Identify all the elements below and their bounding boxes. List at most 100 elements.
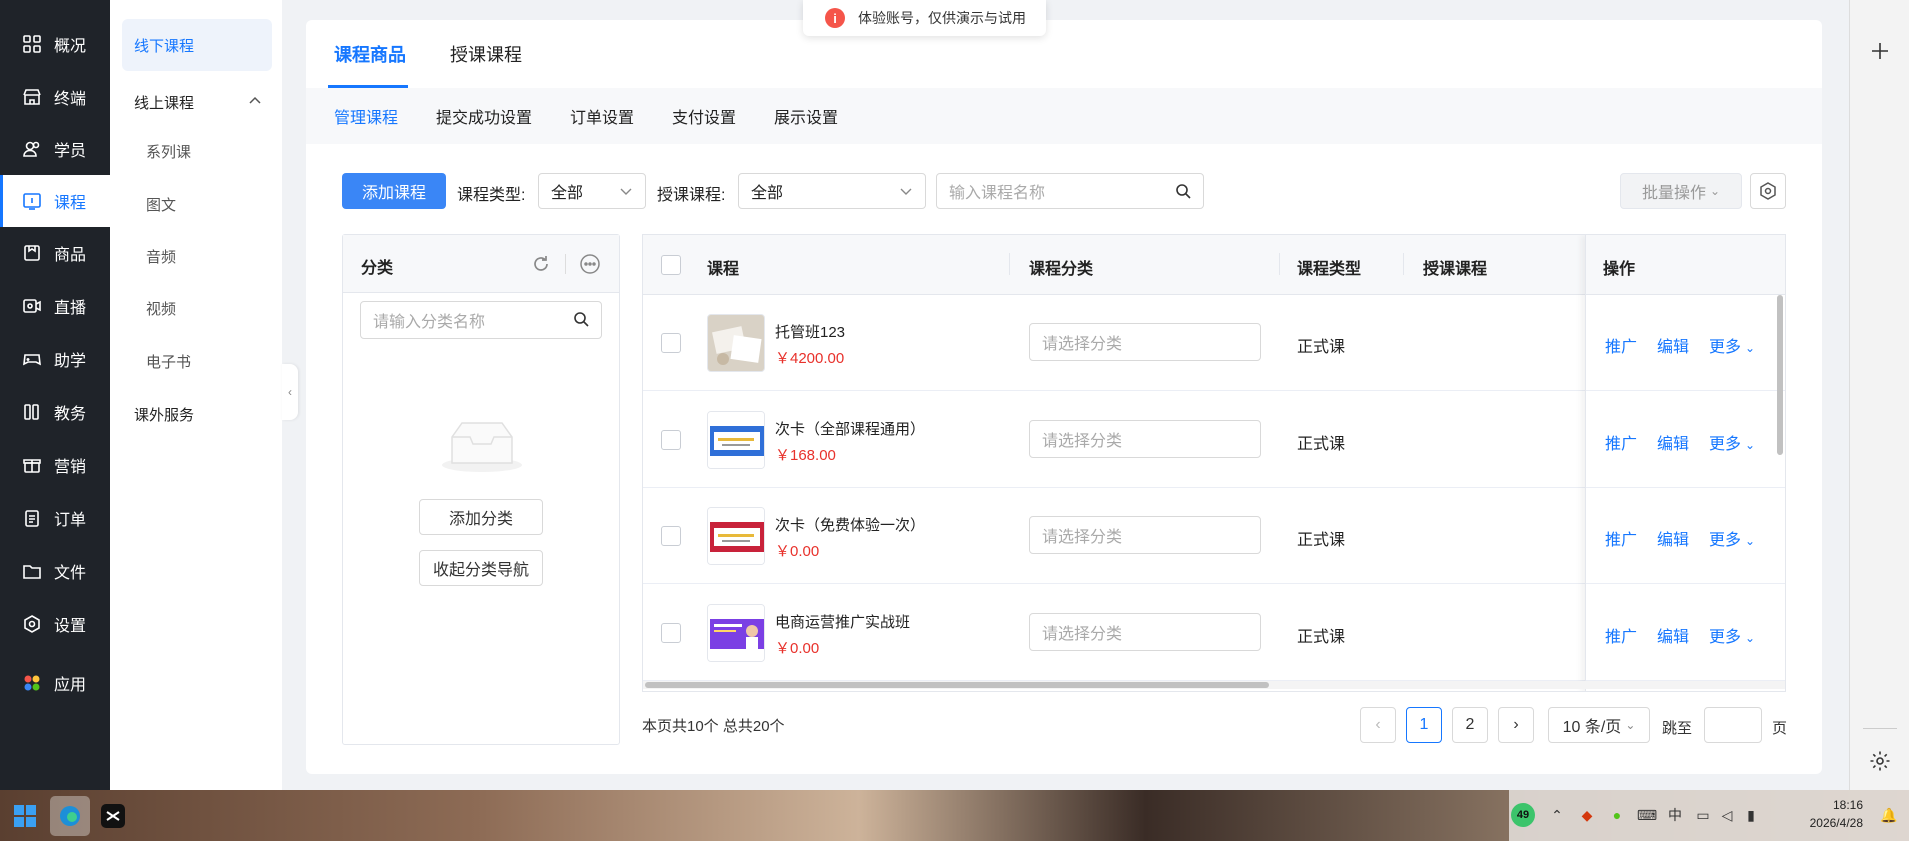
next-page-button[interactable]: › [1498,707,1534,743]
collapse-category-nav-button[interactable]: 收起分类导航 [419,550,543,586]
course-price: ￥168.00 [775,447,836,464]
teaching-course-select[interactable]: 全部 [738,173,926,209]
scrollbar-thumb[interactable] [1777,295,1783,455]
row-checkbox[interactable] [661,623,681,643]
nav-item-study-aid[interactable]: 助学 [0,333,110,385]
row-checkbox[interactable] [661,526,681,546]
nav-item-marketing[interactable]: 营销 [0,439,110,491]
battery-icon[interactable]: ▮ [1741,805,1761,825]
edit-link[interactable]: 编辑 [1657,430,1689,454]
course-thumbnail[interactable] [707,604,765,662]
subnav-item-article[interactable]: 图文 [122,178,272,230]
search-icon[interactable] [573,311,589,327]
category-select[interactable]: 请选择分类 [1029,420,1261,458]
promote-link[interactable]: 推广 [1605,526,1637,550]
more-link[interactable]: 更多 ⌄ [1709,430,1755,454]
tab-submit-success[interactable]: 提交成功设置 [436,88,532,144]
nav-item-settings[interactable]: 设置 [0,598,110,650]
course-search-input[interactable]: 输入课程名称 [936,173,1204,209]
promote-link[interactable]: 推广 [1605,430,1637,454]
category-select[interactable]: 请选择分类 [1029,516,1261,554]
nav-item-live[interactable]: 直播 [0,280,110,332]
add-category-button[interactable]: 添加分类 [419,499,543,535]
ime-indicator[interactable]: 中 [1665,805,1685,825]
subnav-item-series[interactable]: 系列课 [122,125,272,177]
subnav-item-online-courses[interactable]: 线上课程 [122,76,272,128]
more-link[interactable]: 更多 ⌄ [1709,623,1755,647]
tab-payment-settings[interactable]: 支付设置 [672,88,736,144]
select-all-checkbox[interactable] [661,255,681,275]
tab-teaching-courses[interactable]: 授课课程 [450,20,522,88]
browser-taskbar-button[interactable] [50,796,90,836]
tab-manage-courses[interactable]: 管理课程 [334,88,398,144]
page-2-button[interactable]: 2 [1452,707,1488,743]
page-size-select[interactable]: 10 条/页 ⌄ [1548,707,1650,743]
header-separator [1403,253,1404,275]
network-icon[interactable]: ▭ [1693,805,1713,825]
nav-item-academic[interactable]: 教务 [0,386,110,438]
tray-app-icon[interactable]: ◆ [1577,805,1597,825]
batch-operations-button[interactable]: 批量操作 ⌄ [1620,173,1742,209]
category-select[interactable]: 请选择分类 [1029,613,1261,651]
prev-page-button[interactable]: ‹ [1360,707,1396,743]
course-name[interactable]: 托管班123 [775,321,845,342]
capcut-icon[interactable] [101,804,125,828]
horizontal-scrollbar[interactable] [643,681,1785,689]
volume-icon[interactable]: ◁ [1717,805,1737,825]
notification-icon[interactable]: 🔔 [1879,805,1899,825]
promote-link[interactable]: 推广 [1605,623,1637,647]
more-link[interactable]: 更多 ⌄ [1709,526,1755,550]
windows-start-icon[interactable] [14,805,36,827]
column-settings-button[interactable] [1750,173,1786,209]
tray-badge[interactable]: 49 [1511,803,1535,827]
wechat-icon[interactable]: ● [1607,805,1627,825]
nav-item-apps[interactable]: 应用 [0,657,110,709]
more-icon[interactable] [579,253,601,275]
keyboard-icon[interactable]: ⌨ [1637,805,1657,825]
scrollbar-thumb[interactable] [645,682,1269,688]
nav-item-courses[interactable]: 课程 [0,175,110,227]
subnav-item-audio[interactable]: 音频 [122,230,272,282]
subnav-item-video[interactable]: 视频 [122,282,272,334]
course-thumbnail[interactable] [707,411,765,469]
row-checkbox[interactable] [661,430,681,450]
edit-link[interactable]: 编辑 [1657,623,1689,647]
subnav-item-ebook[interactable]: 电子书 [122,335,272,387]
edit-link[interactable]: 编辑 [1657,526,1689,550]
vertical-scrollbar[interactable] [1777,295,1783,681]
nav-item-products[interactable]: 商品 [0,227,110,279]
nav-item-overview[interactable]: 概况 [0,18,110,70]
course-thumbnail[interactable] [707,314,765,372]
add-course-button[interactable]: 添加课程 [342,173,446,209]
more-link[interactable]: 更多 ⌄ [1709,333,1755,357]
tab-display-settings[interactable]: 展示设置 [774,88,838,144]
refresh-icon[interactable] [531,254,551,274]
nav-item-files[interactable]: 文件 [0,545,110,597]
chevron-up-icon[interactable]: ⌃ [1547,805,1567,825]
gear-icon[interactable] [1869,750,1891,772]
category-search-input[interactable]: 请输入分类名称 [360,301,602,339]
subnav-item-extra-services[interactable]: 课外服务 [122,388,272,440]
grid-icon [23,35,41,53]
category-select[interactable]: 请选择分类 [1029,323,1261,361]
edit-link[interactable]: 编辑 [1657,333,1689,357]
tab-order-settings[interactable]: 订单设置 [570,88,634,144]
course-thumbnail[interactable] [707,507,765,565]
clock[interactable]: 18:16 2026/4/28 [1773,796,1863,832]
nav-item-orders[interactable]: 订单 [0,492,110,544]
page-1-button[interactable]: 1 [1406,707,1442,743]
course-type-select[interactable]: 全部 [538,173,646,209]
nav-item-terminal[interactable]: 终端 [0,71,110,123]
course-name[interactable]: 电商运营推广实战班 [775,611,910,632]
collapse-sidebar-button[interactable]: ‹ [282,364,298,420]
course-name[interactable]: 次卡（全部课程通用） [775,418,925,439]
search-icon[interactable] [1175,183,1191,199]
nav-item-students[interactable]: 学员 [0,123,110,175]
add-icon[interactable] [1871,42,1889,60]
promote-link[interactable]: 推广 [1605,333,1637,357]
tab-course-products[interactable]: 课程商品 [334,20,406,88]
subnav-item-offline-courses[interactable]: 线下课程 [122,19,272,71]
course-name[interactable]: 次卡（免费体验一次） [775,514,925,535]
row-checkbox[interactable] [661,333,681,353]
jump-page-input[interactable] [1704,707,1762,743]
